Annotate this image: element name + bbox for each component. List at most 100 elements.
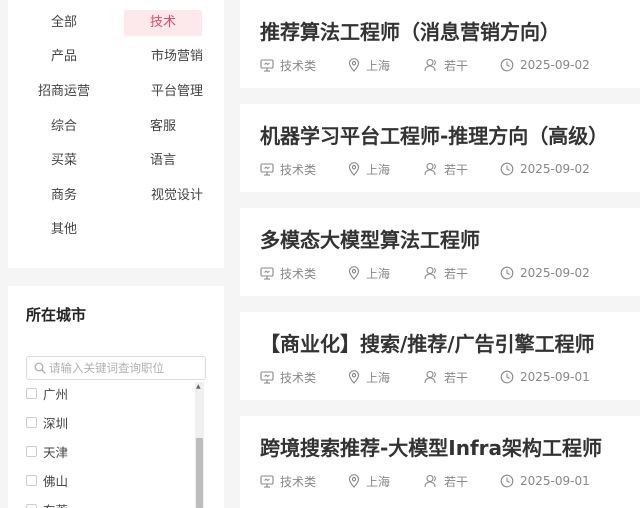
category-customer-service[interactable]: 客服 xyxy=(124,114,202,140)
job-card[interactable]: 多模态大模型算法工程师 技术类 上海 若干 2025-09-02 xyxy=(240,208,640,296)
job-category-text: 技术类 xyxy=(280,474,317,489)
job-category: 技术类 xyxy=(260,56,316,74)
clock-icon xyxy=(500,58,514,72)
location-pin-icon xyxy=(348,474,360,488)
job-title[interactable]: 跨境搜索推荐-大模型Infra架构工程师 xyxy=(260,432,602,461)
job-headcount-text: 若干 xyxy=(444,162,469,177)
location-pin-icon xyxy=(348,266,360,280)
job-title[interactable]: 多模态大模型算法工程师 xyxy=(260,224,480,253)
job-date: 2025-09-01 xyxy=(500,368,590,386)
city-option-tianjin[interactable]: 天津 xyxy=(26,440,68,462)
location-pin-icon xyxy=(348,162,360,176)
job-title[interactable]: 机器学习平台工程师-推理方向（高级） xyxy=(260,120,608,149)
person-icon xyxy=(424,58,436,72)
category-marketing[interactable]: 市场营销 xyxy=(138,44,216,70)
city-list-scrollbar[interactable]: ▲ xyxy=(195,382,204,508)
job-date-text: 2025-09-02 xyxy=(520,58,590,72)
city-label: 佛山 xyxy=(43,473,69,489)
clock-icon xyxy=(500,162,514,176)
job-category: 技术类 xyxy=(260,368,316,386)
job-date-text: 2025-09-02 xyxy=(520,162,590,176)
job-meta: 技术类 上海 若干 2025-09-02 xyxy=(260,264,640,282)
person-icon xyxy=(424,474,436,488)
city-option-shenzhen[interactable]: 深圳 xyxy=(26,411,68,433)
city-option-dongguan[interactable]: 东莞 xyxy=(26,498,68,508)
job-headcount-text: 若干 xyxy=(444,370,469,385)
job-location: 上海 xyxy=(348,56,390,74)
city-option-foshan[interactable]: 佛山 xyxy=(26,469,68,491)
city-checkbox[interactable] xyxy=(26,387,37,399)
category-all[interactable]: 全部 xyxy=(25,10,103,36)
category-language[interactable]: 语言 xyxy=(124,148,202,174)
category-filter-panel: 全部 技术 产品 市场营销 招商运营 平台管理 综合 客服 买菜 语言 商务 视… xyxy=(8,0,224,268)
job-headcount: 若干 xyxy=(424,264,468,282)
job-card[interactable]: 【商业化】搜索/推荐/广告引擎工程师 技术类 上海 若干 2025-09-01 xyxy=(240,312,640,400)
job-category-text: 技术类 xyxy=(280,58,317,73)
clock-icon xyxy=(500,266,514,280)
job-meta: 技术类 上海 若干 2025-09-01 xyxy=(260,472,640,490)
category-icon xyxy=(260,474,274,488)
job-location-text: 上海 xyxy=(366,162,391,177)
job-location: 上海 xyxy=(348,264,390,282)
job-card[interactable]: 推荐算法工程师（消息营销方向） 技术类 上海 若干 2025-09-02 xyxy=(240,0,640,88)
scroll-up-arrow-icon[interactable]: ▲ xyxy=(196,384,201,390)
job-date-text: 2025-09-01 xyxy=(520,370,590,384)
person-icon xyxy=(424,162,436,176)
person-icon xyxy=(424,370,436,384)
job-meta: 技术类 上海 若干 2025-09-01 xyxy=(260,368,640,386)
scroll-thumb[interactable] xyxy=(196,438,203,508)
location-pin-icon xyxy=(348,58,360,72)
category-icon xyxy=(260,266,274,280)
category-platform-management[interactable]: 平台管理 xyxy=(138,79,216,105)
job-location-text: 上海 xyxy=(366,474,391,489)
category-visual-design[interactable]: 视觉设计 xyxy=(138,183,216,209)
job-date: 2025-09-02 xyxy=(500,160,590,178)
city-option-guangzhou[interactable]: 广州 xyxy=(26,382,68,404)
city-checkbox[interactable] xyxy=(26,445,37,457)
job-category: 技术类 xyxy=(260,160,316,178)
city-filter-title: 所在城市 xyxy=(26,306,87,324)
city-checkbox[interactable] xyxy=(26,503,37,508)
job-headcount-text: 若干 xyxy=(444,58,469,73)
category-operations[interactable]: 招商运营 xyxy=(25,79,103,105)
category-tech[interactable]: 技术 xyxy=(124,10,202,36)
job-location-text: 上海 xyxy=(366,266,391,281)
city-label: 广州 xyxy=(43,386,69,402)
job-headcount: 若干 xyxy=(424,472,468,490)
city-search-input[interactable] xyxy=(49,359,199,377)
job-headcount-text: 若干 xyxy=(444,266,469,281)
category-general[interactable]: 综合 xyxy=(25,114,103,140)
job-category-text: 技术类 xyxy=(280,370,317,385)
job-headcount-text: 若干 xyxy=(444,474,469,489)
job-category-text: 技术类 xyxy=(280,162,317,177)
category-icon xyxy=(260,58,274,72)
city-filter-panel: 所在城市 广州 深圳 天津 佛山 东莞 ▲ xyxy=(8,286,224,508)
city-list: 广州 深圳 天津 佛山 东莞 xyxy=(26,382,206,508)
category-icon xyxy=(260,370,274,384)
category-icon xyxy=(260,162,274,176)
category-business[interactable]: 商务 xyxy=(25,183,103,209)
job-title[interactable]: 【商业化】搜索/推荐/广告引擎工程师 xyxy=(260,328,595,357)
job-headcount: 若干 xyxy=(424,56,468,74)
city-label: 东莞 xyxy=(43,500,68,508)
category-grocery[interactable]: 买菜 xyxy=(25,148,103,174)
job-date: 2025-09-02 xyxy=(500,264,590,282)
job-category: 技术类 xyxy=(260,264,316,282)
city-label: 天津 xyxy=(43,444,69,460)
job-location: 上海 xyxy=(348,160,390,178)
city-search-box xyxy=(26,356,206,380)
job-card[interactable]: 机器学习平台工程师-推理方向（高级） 技术类 上海 若干 2025-09-02 xyxy=(240,104,640,192)
job-headcount: 若干 xyxy=(424,160,468,178)
job-date-text: 2025-09-02 xyxy=(520,266,590,280)
category-product[interactable]: 产品 xyxy=(25,44,103,70)
job-meta: 技术类 上海 若干 2025-09-02 xyxy=(260,160,640,178)
job-card[interactable]: 跨境搜索推荐-大模型Infra架构工程师 技术类 上海 若干 2025-09-0… xyxy=(240,416,640,508)
job-location-text: 上海 xyxy=(366,58,391,73)
job-title[interactable]: 推荐算法工程师（消息营销方向） xyxy=(260,16,560,45)
job-location: 上海 xyxy=(348,472,390,490)
search-icon xyxy=(34,362,46,374)
clock-icon xyxy=(500,370,514,384)
city-checkbox[interactable] xyxy=(26,416,37,428)
city-checkbox[interactable] xyxy=(26,474,37,486)
category-other[interactable]: 其他 xyxy=(25,217,103,243)
